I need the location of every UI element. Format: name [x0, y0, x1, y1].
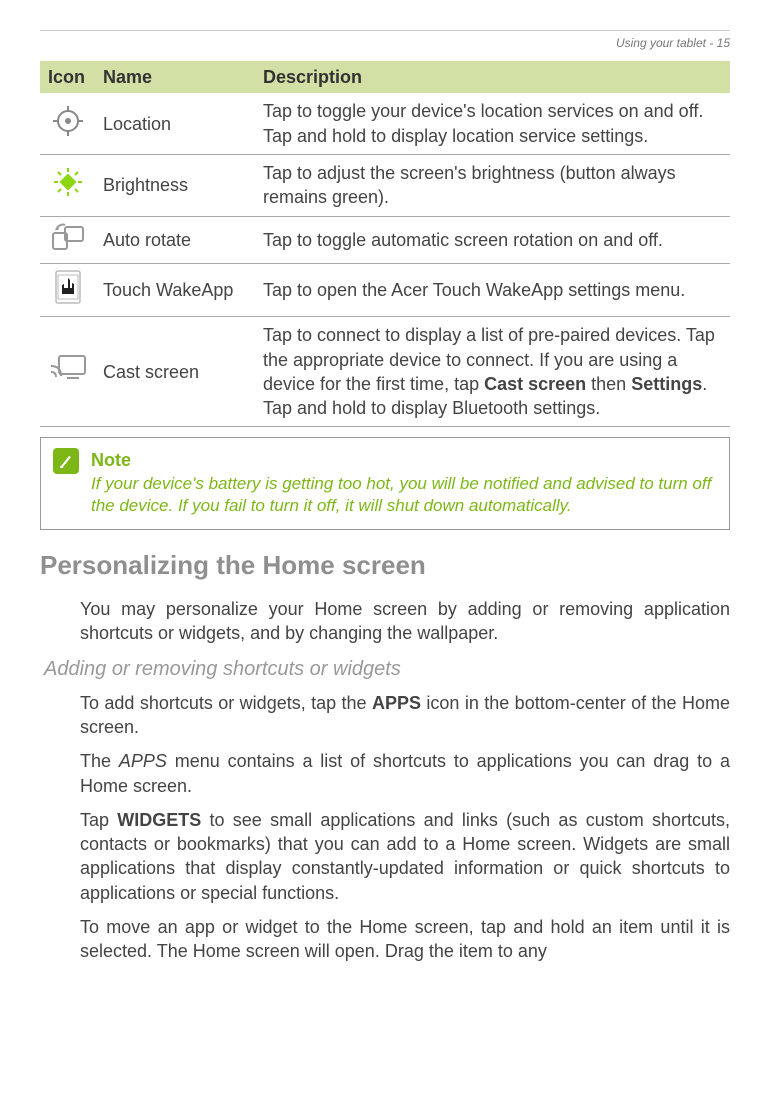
note-text: If your device's battery is getting too …: [91, 473, 717, 517]
row-desc: Tap to adjust the screen's brightness (b…: [255, 155, 730, 217]
cast-screen-icon: [49, 354, 87, 390]
para-text: To add shortcuts or widgets, tap the: [80, 693, 372, 713]
row-name: Location: [95, 93, 255, 154]
sub-heading: Adding or removing shortcuts or widgets: [44, 656, 730, 683]
touch-wakeapp-icon: [55, 270, 81, 310]
para-text: menu contains a list of shortcuts to app…: [80, 751, 730, 795]
row-desc: Tap to open the Acer Touch WakeApp setti…: [255, 263, 730, 316]
body-paragraph: To add shortcuts or widgets, tap the APP…: [80, 691, 730, 740]
desc-bold: Cast screen: [484, 374, 586, 394]
para-italic: APPS: [119, 751, 167, 771]
page-header: Using your tablet - 15: [40, 30, 730, 51]
row-name: Cast screen: [95, 317, 255, 427]
note-box: Note If your device's battery is getting…: [40, 437, 730, 529]
row-name: Touch WakeApp: [95, 263, 255, 316]
table-row: Location Tap to toggle your device's loc…: [40, 93, 730, 154]
location-icon: [53, 106, 83, 142]
header-desc: Description: [255, 61, 730, 93]
note-label: Note: [91, 448, 717, 472]
header-name: Name: [95, 61, 255, 93]
section-heading: Personalizing the Home screen: [40, 548, 730, 583]
table-row: Touch WakeApp Tap to open the Acer Touch…: [40, 263, 730, 316]
para-text: The: [80, 751, 119, 771]
table-row: Auto rotate Tap to toggle automatic scre…: [40, 216, 730, 263]
para-bold: APPS: [372, 693, 421, 713]
note-icon: [53, 448, 79, 474]
body-paragraph: You may personalize your Home screen by …: [80, 597, 730, 646]
header-icon: Icon: [40, 61, 95, 93]
body-paragraph: To move an app or widget to the Home scr…: [80, 915, 730, 964]
para-bold: WIDGETS: [117, 810, 201, 830]
para-text: Tap: [80, 810, 117, 830]
icon-table: Icon Name Description Location: [40, 61, 730, 427]
row-name: Auto rotate: [95, 216, 255, 263]
table-row: Brightness Tap to adjust the screen's br…: [40, 155, 730, 217]
body-paragraph: The APPS menu contains a list of shortcu…: [80, 749, 730, 798]
row-desc: Tap to toggle automatic screen rotation …: [255, 216, 730, 263]
table-row: Cast screen Tap to connect to display a …: [40, 317, 730, 427]
row-desc: Tap to toggle your device's location ser…: [255, 93, 730, 154]
row-name: Brightness: [95, 155, 255, 217]
body-paragraph: Tap WIDGETS to see small applications an…: [80, 808, 730, 905]
auto-rotate-icon: [51, 223, 85, 257]
desc-text: then: [586, 374, 631, 394]
desc-bold: Settings: [631, 374, 702, 394]
row-desc: Tap to connect to display a list of pre-…: [255, 317, 730, 427]
brightness-icon: [53, 167, 83, 203]
